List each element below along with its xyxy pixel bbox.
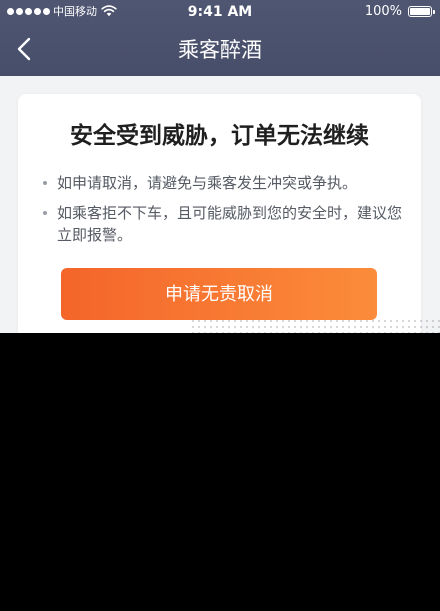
advice-item: 如申请取消，请避免与乘客发生冲突或争执。: [42, 172, 404, 194]
app-screen: 中国移动 9:41 AM 100% 乘客醉酒 安全受到威胁，订单无法继续 如申请…: [0, 0, 440, 333]
advice-item: 如乘客拒不下车，且可能威胁到您的安全时，建议您立即报警。: [42, 202, 404, 246]
battery-percentage: 100%: [364, 4, 402, 19]
card-title: 安全受到威胁，订单无法继续: [70, 123, 369, 149]
dotted-texture: [190, 318, 440, 333]
battery-icon: [408, 6, 435, 17]
no-fault-cancel-button[interactable]: 申请无责取消: [61, 268, 377, 320]
page-title: 乘客醉酒: [178, 38, 262, 62]
navigation-bar: 中国移动 9:41 AM 100% 乘客醉酒: [0, 0, 440, 76]
safety-warning-card: 安全受到威胁，订单无法继续 如申请取消，请避免与乘客发生冲突或争执。 如乘客拒不…: [18, 94, 421, 333]
status-bar: 中国移动 9:41 AM 100%: [0, 0, 440, 24]
advice-list: 如申请取消，请避免与乘客发生冲突或争执。 如乘客拒不下车，且可能威胁到您的安全时…: [42, 172, 404, 254]
